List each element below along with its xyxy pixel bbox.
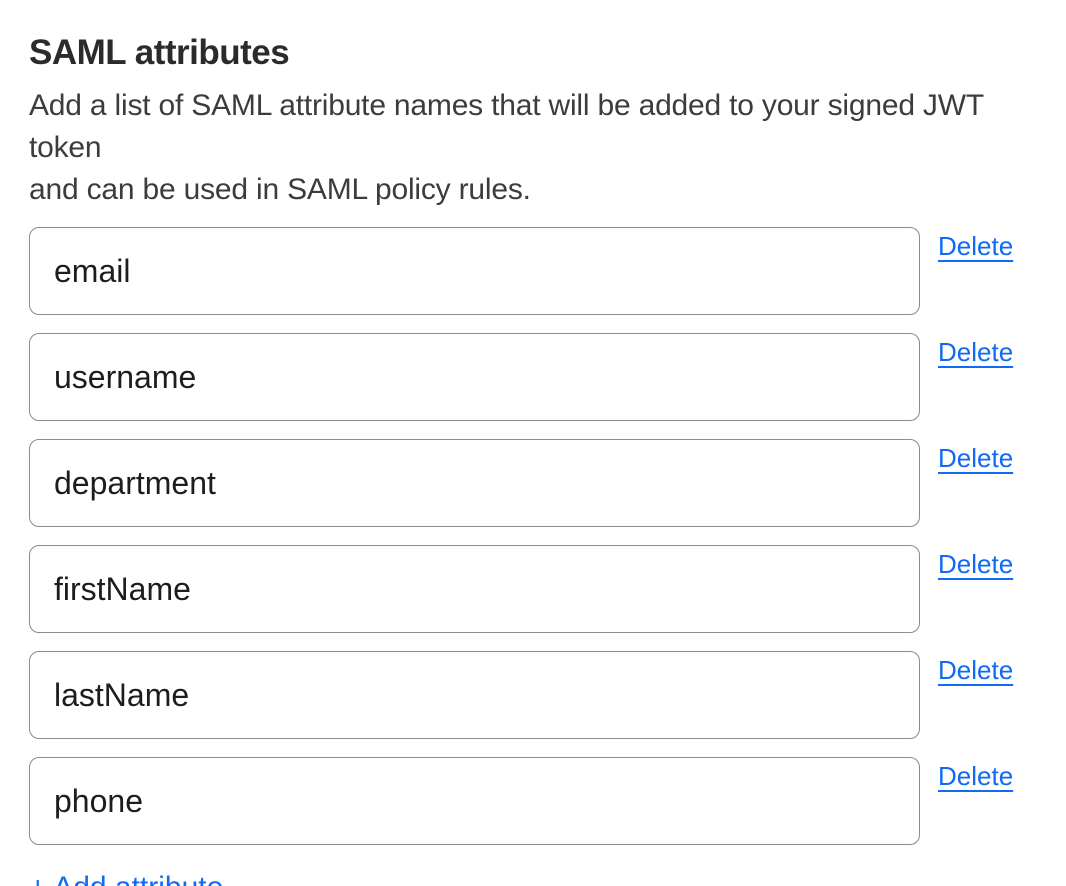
attribute-name-input[interactable] (29, 651, 920, 739)
attribute-row: Delete (29, 651, 1023, 739)
delete-attribute-link[interactable]: Delete (938, 231, 1013, 261)
attribute-name-input[interactable] (29, 227, 920, 315)
attribute-name-input[interactable] (29, 333, 920, 421)
delete-attribute-link[interactable]: Delete (938, 655, 1013, 685)
delete-attribute-link[interactable]: Delete (938, 549, 1013, 579)
section-description-line-1: Add a list of SAML attribute names that … (29, 89, 983, 164)
delete-attribute-link[interactable]: Delete (938, 761, 1013, 791)
attribute-name-input[interactable] (29, 757, 920, 845)
attribute-name-input[interactable] (29, 545, 920, 633)
attribute-name-input[interactable] (29, 439, 920, 527)
attribute-row: Delete (29, 227, 1023, 315)
attribute-row: Delete (29, 333, 1023, 421)
section-description: Add a list of SAML attribute names that … (29, 85, 1023, 211)
saml-attributes-section: SAML attributes Add a list of SAML attri… (0, 0, 1066, 886)
delete-attribute-link[interactable]: Delete (938, 443, 1013, 473)
attribute-row: Delete (29, 757, 1023, 845)
attribute-row: Delete (29, 439, 1023, 527)
section-title: SAML attributes (29, 33, 1023, 73)
attribute-row: Delete (29, 545, 1023, 633)
attribute-list: Delete Delete Delete Delete Delete Delet… (29, 227, 1023, 845)
section-description-line-2: and can be used in SAML policy rules. (29, 173, 531, 206)
delete-attribute-link[interactable]: Delete (938, 337, 1013, 367)
add-attribute-link[interactable]: + Add attribute (29, 871, 223, 886)
